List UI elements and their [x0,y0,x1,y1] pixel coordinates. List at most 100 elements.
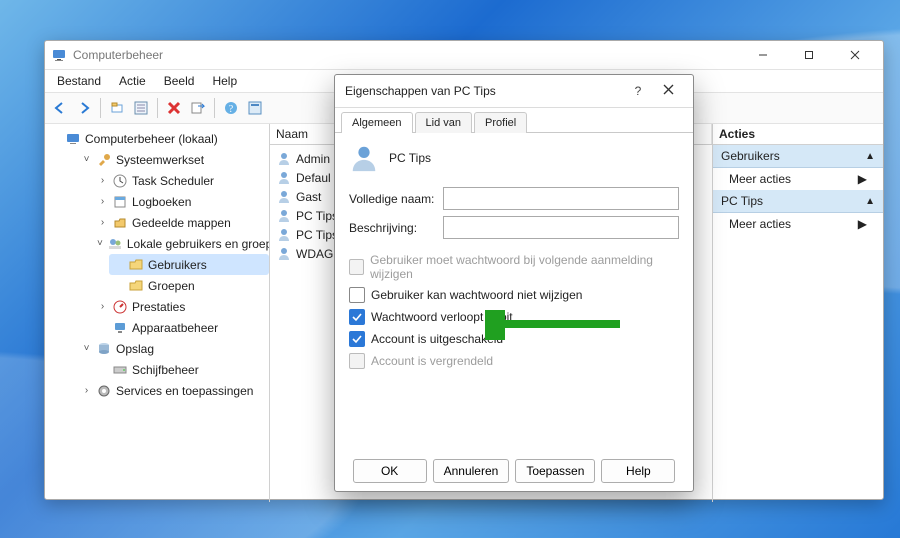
expand-icon[interactable]: › [81,385,92,396]
tree-users[interactable]: Gebruikers [109,254,269,275]
expand-icon[interactable]: ˅ [81,154,92,165]
up-button[interactable] [106,97,128,119]
help-button[interactable]: ? [220,97,242,119]
list-label: Defaul [296,171,331,185]
actions-item-label: Meer acties [729,217,791,231]
checkbox-icon [349,353,365,369]
description-input[interactable] [443,216,679,239]
user-icon [276,189,292,205]
close-button[interactable] [833,43,877,67]
user-icon [276,246,292,262]
ok-button[interactable]: OK [353,459,427,483]
dialog-username: PC Tips [389,151,431,165]
tree-root[interactable]: Computerbeheer (lokaal) [61,128,269,149]
expand-icon[interactable]: › [97,217,108,228]
computer-icon [65,131,81,147]
maximize-button[interactable] [787,43,831,67]
checkbox-label: Account is vergrendeld [371,354,493,368]
help-button[interactable]: Help [601,459,675,483]
tree-storage[interactable]: ˅Opslag [77,338,269,359]
tree-performance[interactable]: ›Prestaties [93,296,269,317]
back-button[interactable] [49,97,71,119]
tree-label: Systeemwerkset [116,153,204,167]
list-label: WDAG [296,247,333,261]
actions-section-label: PC Tips [721,194,763,208]
delete-button[interactable] [163,97,185,119]
clock-icon [112,173,128,189]
actions-item-label: Meer acties [729,172,791,186]
tab-profile[interactable]: Profiel [474,112,527,133]
close-icon[interactable] [653,84,683,98]
collapse-icon: ▲ [865,196,875,207]
menu-view[interactable]: Beeld [156,72,203,90]
cancel-button[interactable]: Annuleren [433,459,510,483]
expand-icon[interactable]: ˅ [97,238,103,249]
fullname-input[interactable] [443,187,679,210]
expand-icon[interactable]: › [97,175,108,186]
dialog-titlebar[interactable]: Eigenschappen van PC Tips ? [335,75,693,108]
actions-more-pctips[interactable]: Meer acties▶ [713,213,883,235]
disk-icon [112,362,128,378]
tree-system[interactable]: ˅ Systeemwerkset [77,149,269,170]
tree-label: Groepen [148,279,195,293]
user-avatar-icon [349,143,379,173]
tree-label: Schijfbeheer [132,363,199,377]
tree-label: Gedeelde mappen [132,216,231,230]
menu-action[interactable]: Actie [111,72,154,90]
expand-icon[interactable]: › [97,301,108,312]
tree-services[interactable]: › Services en toepassingen [77,380,269,401]
device-icon [112,320,128,336]
checkbox-cannotchange[interactable]: Gebruiker kan wachtwoord niet wijzigen [349,287,679,303]
refresh-button[interactable] [244,97,266,119]
expand-icon[interactable]: › [97,196,108,207]
tree-event-viewer[interactable]: ›Logboeken [93,191,269,212]
navigation-tree[interactable]: Computerbeheer (lokaal) ˅ Systeemwerkset… [45,124,270,502]
checkbox-label: Gebruiker moet wachtwoord bij volgende a… [370,253,679,281]
menu-help[interactable]: Help [204,72,245,90]
actions-more-users[interactable]: Meer acties▶ [713,168,883,190]
properties-button[interactable] [130,97,152,119]
checkbox-label: Account is uitgeschakeld [371,332,503,346]
toolbar-separator [100,98,101,118]
tab-general[interactable]: Algemeen [341,112,413,133]
titlebar[interactable]: Computerbeheer [45,41,883,70]
tree-groups[interactable]: Groepen [109,275,269,296]
tree-label: Gebruikers [148,258,207,272]
checkbox-label: Gebruiker kan wachtwoord niet wijzigen [371,288,582,302]
tree-device-manager[interactable]: Apparaatbeheer [93,317,269,338]
users-icon [107,236,123,252]
performance-icon [112,299,128,315]
dialog-buttons: OK Annuleren Toepassen Help [335,459,693,483]
tree-label: Task Scheduler [132,174,214,188]
list-label: PC Tips [296,228,338,242]
actions-section-users[interactable]: Gebruikers▲ [713,145,883,168]
menu-file[interactable]: Bestand [49,72,109,90]
list-label: PC Tips [296,209,338,223]
tree-disk-management[interactable]: Schijfbeheer [93,359,269,380]
toolbar-separator [214,98,215,118]
folder-icon [128,278,144,294]
user-icon [276,227,292,243]
forward-button[interactable] [73,97,95,119]
checkbox-mustchange: Gebruiker moet wachtwoord bij volgende a… [349,253,679,281]
tree-label: Computerbeheer (lokaal) [85,132,218,146]
actions-section-pctips[interactable]: PC Tips ▲ [713,190,883,213]
expand-icon[interactable]: ˅ [81,343,92,354]
tree-label: Services en toepassingen [116,384,253,398]
checkbox-icon [349,259,364,275]
actions-section-label: Gebruikers [721,149,780,163]
tree-task-scheduler[interactable]: › Task Scheduler [93,170,269,191]
dialog-title: Eigenschappen van PC Tips [345,84,623,98]
tree-shared-folders[interactable]: › Gedeelde mappen [93,212,269,233]
user-icon [276,208,292,224]
tree-local-users[interactable]: ˅Lokale gebruikers en groepen [93,233,269,254]
help-icon[interactable]: ? [623,84,653,98]
minimize-button[interactable] [741,43,785,67]
share-icon [112,215,128,231]
dialog-tabs: Algemeen Lid van Profiel [335,108,693,133]
checkbox-icon [349,331,365,347]
services-icon [96,383,112,399]
tab-memberof[interactable]: Lid van [415,112,472,133]
export-button[interactable] [187,97,209,119]
apply-button[interactable]: Toepassen [515,459,595,483]
